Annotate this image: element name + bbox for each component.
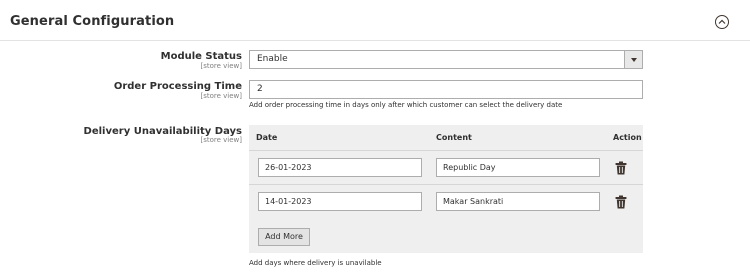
dropdown-arrow[interactable]: [624, 51, 642, 68]
trash-icon[interactable]: [615, 195, 627, 209]
module-status-value: Enable: [257, 54, 288, 64]
order-processing-time-scope: [store view]: [200, 92, 242, 100]
date-input[interactable]: 14-01-2023: [258, 192, 422, 211]
column-header-content: Content: [436, 133, 472, 142]
add-more-button[interactable]: Add More: [258, 228, 310, 246]
delivery-unavailability-note: Add days where delivery is unavilable: [249, 259, 382, 267]
module-status-select[interactable]: Enable: [249, 50, 643, 69]
column-header-date: Date: [256, 133, 278, 142]
module-status-scope: [store view]: [200, 62, 242, 70]
content-input[interactable]: Makar Sankrati: [436, 192, 600, 211]
content-input[interactable]: Republic Day: [436, 158, 600, 177]
section-divider: [0, 40, 750, 41]
grid-header: Date Content Action: [249, 125, 643, 150]
delivery-unavailability-scope: [store view]: [200, 136, 242, 144]
chevron-up-icon: [718, 19, 726, 24]
table-row: 26-01-2023 Republic Day: [249, 150, 643, 184]
table-row: 14-01-2023 Makar Sankrati: [249, 184, 643, 218]
column-header-action: Action: [613, 133, 642, 142]
order-processing-time-note: Add order processing time in days only a…: [249, 101, 563, 109]
trash-icon[interactable]: [615, 161, 627, 175]
delivery-unavailability-grid: Date Content Action 26-01-2023 Republic …: [249, 125, 643, 253]
collapse-section-button[interactable]: [715, 15, 729, 29]
section-title[interactable]: General Configuration: [10, 14, 174, 29]
order-processing-time-input[interactable]: 2: [249, 80, 643, 99]
order-processing-time-label: Order Processing Time: [113, 81, 242, 92]
module-status-label: Module Status: [160, 51, 242, 62]
date-input[interactable]: 26-01-2023: [258, 158, 422, 177]
caret-down-icon: [631, 58, 637, 62]
